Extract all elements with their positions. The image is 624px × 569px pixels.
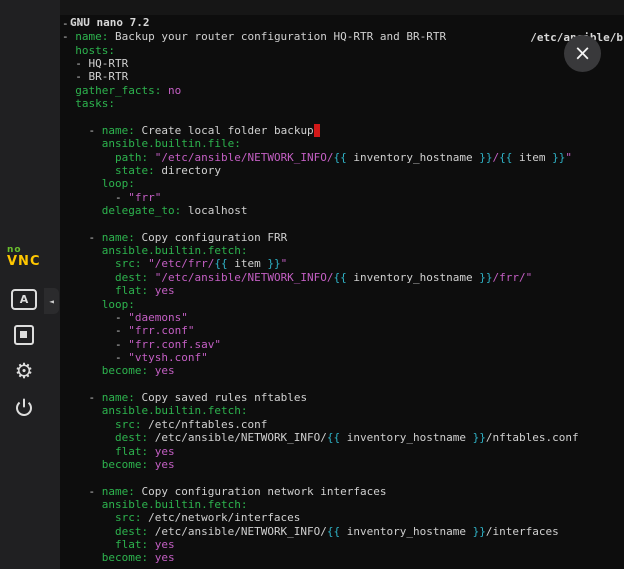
power-icon: [14, 397, 34, 417]
code-line: - "frr.conf": [62, 324, 624, 337]
close-button[interactable]: ×: [564, 35, 601, 72]
code-line: dest: "/etc/ansible/NETWORK_INFO/{{ inve…: [62, 271, 624, 284]
fullscreen-inner-square: [20, 331, 27, 338]
code-line: ansible.builtin.fetch:: [62, 404, 624, 417]
nano-titlebar: GNU nano 7.2 /etc/ansible/b: [60, 0, 624, 15]
code-line: delegate_to: localhost: [62, 204, 624, 217]
code-line: ansible.builtin.fetch:: [62, 244, 624, 257]
code-line: [62, 111, 624, 124]
code-line: - name: Copy saved rules nftables: [62, 391, 624, 404]
code-line: - HQ-RTR: [62, 57, 624, 70]
code-line: [62, 217, 624, 230]
fullscreen-icon: [14, 325, 34, 345]
code-line: [62, 471, 624, 484]
code-line: become: yes: [62, 364, 624, 377]
extra-keys-glyph: A: [20, 293, 29, 306]
code-line: become: yes: [62, 458, 624, 471]
novnc-screen: no VNC A ⚙ ◄ GNU nano 7.2 /etc/ansible/b…: [0, 0, 624, 569]
collapse-arrow-icon: ◄: [49, 297, 54, 306]
settings-button[interactable]: ⚙: [6, 355, 42, 387]
code-line: src: "/etc/frr/{{ item }}": [62, 257, 624, 270]
code-line: become: yes: [62, 551, 624, 564]
power-button[interactable]: [6, 391, 42, 423]
editor-content: ---- name: Backup your router configurat…: [62, 17, 624, 569]
code-line: ansible.builtin.fetch:: [62, 498, 624, 511]
code-line: - name: Copy configuration FRR: [62, 231, 624, 244]
code-line: [62, 378, 624, 391]
code-line: - "frr": [62, 191, 624, 204]
code-line: tasks:: [62, 97, 624, 110]
code-line: - name: Create local folder backup: [62, 124, 624, 137]
code-line: state: directory: [62, 164, 624, 177]
keyboard-key-icon: A: [11, 289, 37, 310]
code-line: src: /etc/network/interfaces: [62, 511, 624, 524]
code-line: - "daemons": [62, 311, 624, 324]
code-line: - "vtysh.conf": [62, 351, 624, 364]
code-line: path: "/etc/ansible/NETWORK_INFO/{{ inve…: [62, 151, 624, 164]
extra-keys-button[interactable]: A: [6, 283, 42, 315]
novnc-logo: no VNC: [7, 246, 49, 268]
code-line: - "frr.conf.sav": [62, 338, 624, 351]
code-line: ---: [62, 17, 624, 30]
text-cursor: [314, 124, 321, 137]
code-line: hosts:: [62, 44, 624, 57]
novnc-logo-text: VNC: [7, 255, 49, 268]
code-line: gather_facts: no: [62, 84, 624, 97]
code-line: ansible.builtin.file:: [62, 137, 624, 150]
terminal-screen[interactable]: GNU nano 7.2 /etc/ansible/b ---- name: B…: [60, 0, 624, 569]
code-line: - BR-RTR: [62, 70, 624, 83]
gear-icon: ⚙: [15, 361, 34, 382]
code-line: - name: Backup your router configuration…: [62, 30, 624, 43]
code-line: flat: yes: [62, 538, 624, 551]
close-icon: ×: [574, 43, 592, 64]
code-line: - name: Copy configuration network inter…: [62, 485, 624, 498]
fullscreen-button[interactable]: [6, 319, 42, 351]
code-line: loop:: [62, 298, 624, 311]
sidebar-handle[interactable]: ◄: [44, 288, 59, 314]
code-line: dest: /etc/ansible/NETWORK_INFO/{{ inven…: [62, 525, 624, 538]
code-line: flat: yes: [62, 445, 624, 458]
code-line: src: /etc/nftables.conf: [62, 418, 624, 431]
code-line: flat: yes: [62, 284, 624, 297]
vnc-control-sidebar: no VNC A ⚙ ◄: [0, 0, 60, 569]
code-line: dest: /etc/ansible/NETWORK_INFO/{{ inven…: [62, 431, 624, 444]
code-line: loop:: [62, 177, 624, 190]
